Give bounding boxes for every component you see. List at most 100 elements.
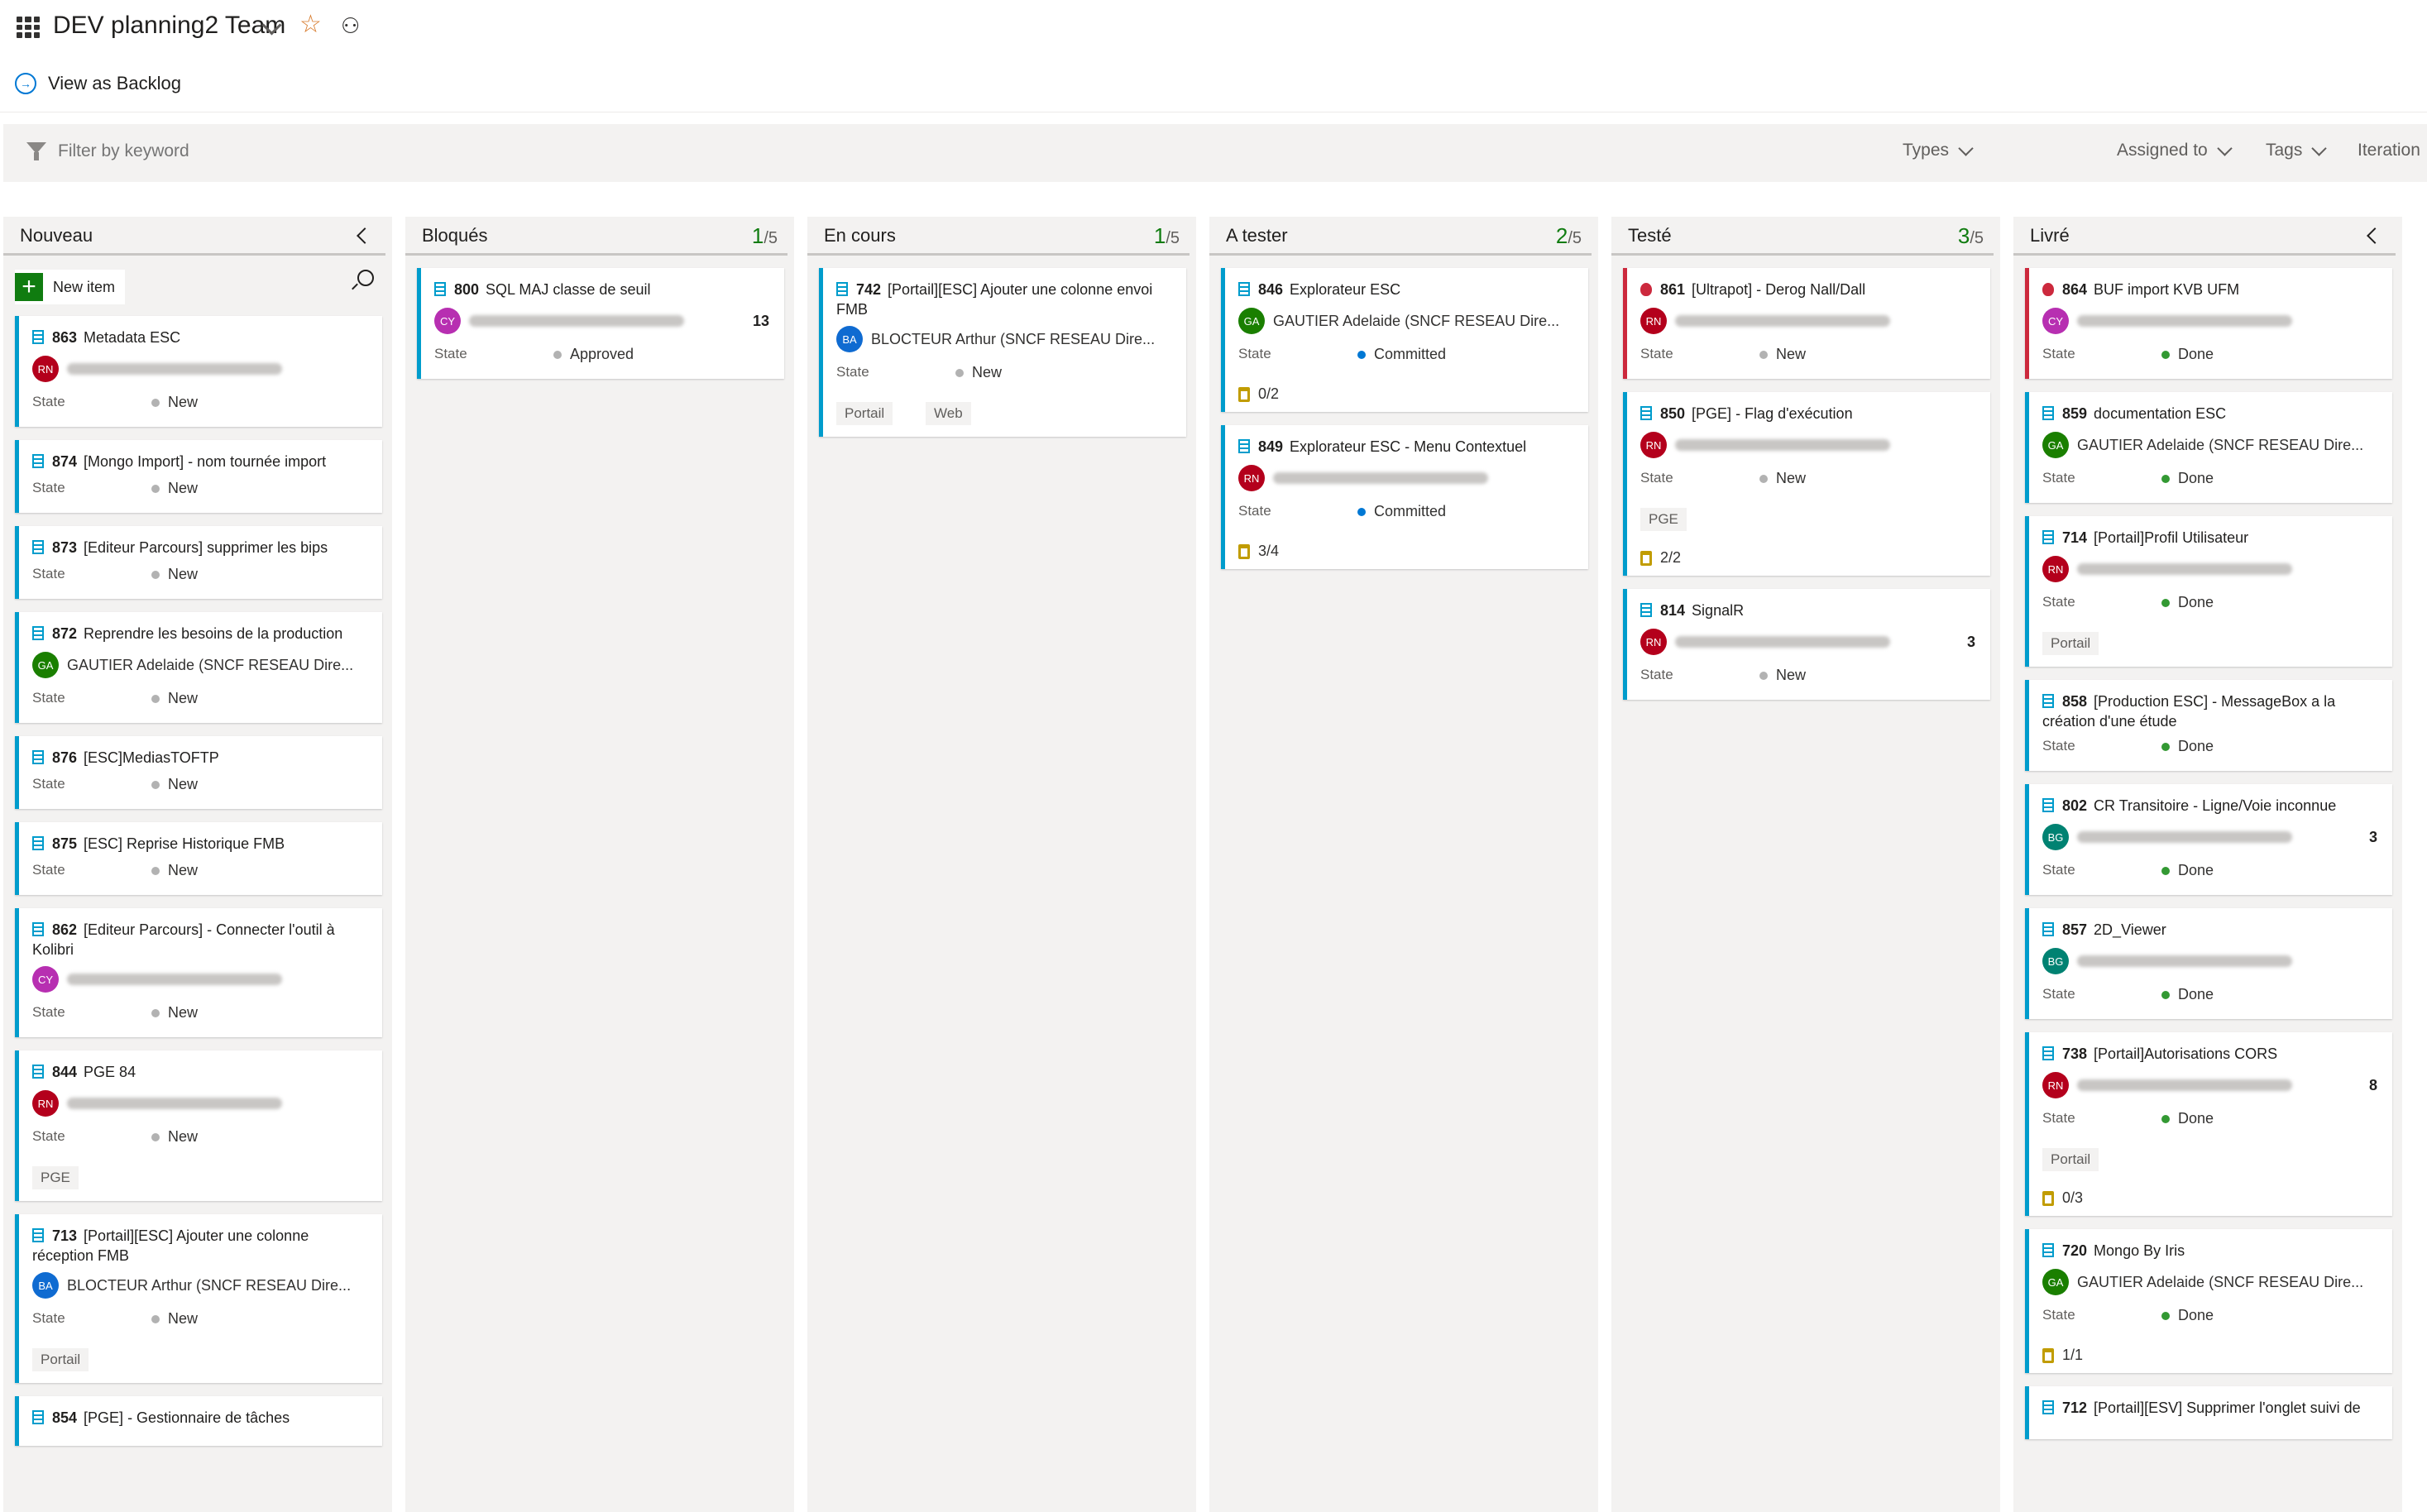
state-value[interactable]: New (151, 1004, 198, 1022)
assigned-to[interactable]: RN (1238, 465, 1488, 491)
user-story-card[interactable]: 714 [Portail]Profil Utilisateur RN State Don… (2025, 516, 2392, 667)
view-as-backlog-link[interactable]: → View as Backlog (15, 69, 181, 98)
assigned-to[interactable]: GA GAUTIER Adelaide (SNCF RESEAU Dire... (32, 652, 353, 678)
child-tasks-progress[interactable]: 0/2 (1238, 385, 1279, 403)
card-title[interactable]: 742 [Portail][ESC] Ajouter une colonne en… (836, 280, 1171, 319)
user-story-card[interactable]: 802 CR Transitoire - Ligne/Voie inconnue B… (2025, 784, 2392, 895)
card-title[interactable]: 874 [Mongo Import] - nom tournée import (32, 452, 367, 471)
assigned-to[interactable]: GA GAUTIER Adelaide (SNCF RESEAU Dire... (2042, 432, 2363, 458)
state-value[interactable]: Done (2161, 986, 2214, 1003)
user-story-card[interactable]: 854 [PGE] - Gestionnaire de tâches (15, 1396, 382, 1446)
card-title[interactable]: 862 [Editeur Parcours] - Connecter l'outi… (32, 920, 367, 959)
tag[interactable]: PGE (1640, 508, 1687, 531)
user-story-card[interactable]: 800 SQL MAJ classe de seuil CY 13 State Appro… (417, 268, 784, 379)
assigned-to[interactable]: RN (2042, 556, 2292, 582)
card-title[interactable]: 844 PGE 84 (32, 1062, 367, 1082)
card-title[interactable]: 850 [PGE] - Flag d'exécution (1640, 404, 1975, 423)
state-value[interactable]: Done (2161, 594, 2214, 611)
card-title[interactable]: 872 Reprendre les besoins de la productio… (32, 624, 367, 644)
state-value[interactable]: New (151, 480, 198, 497)
state-value[interactable]: Done (2161, 1110, 2214, 1127)
state-value[interactable]: New (1759, 346, 1806, 363)
bug-card[interactable]: 861 [Ultrapot] - Derog Nall/Dall RN State Ne… (1623, 268, 1990, 379)
state-value[interactable]: New (955, 364, 1002, 381)
user-story-card[interactable]: 875 [ESC] Reprise Historique FMB State New (15, 822, 382, 895)
team-title[interactable]: DEV planning2 Team (53, 12, 285, 40)
user-story-card[interactable]: 858 [Production ESC] - MessageBox a la cr… (2025, 680, 2392, 771)
state-value[interactable]: New (151, 1310, 198, 1328)
user-story-card[interactable]: 720 Mongo By Iris GA GAUTIER Adelaide (SNCF… (2025, 1229, 2392, 1373)
tags-filter-dropdown[interactable]: Tags (2266, 140, 2328, 160)
card-title[interactable]: 714 [Portail]Profil Utilisateur (2042, 528, 2377, 548)
user-story-card[interactable]: 862 [Editeur Parcours] - Connecter l'outi… (15, 908, 382, 1037)
card-title[interactable]: 720 Mongo By Iris (2042, 1241, 2377, 1261)
state-value[interactable]: New (151, 862, 198, 879)
state-value[interactable]: New (151, 690, 198, 707)
state-value[interactable]: Approved (553, 346, 634, 363)
filter-keyword-input[interactable] (56, 141, 556, 162)
card-title[interactable]: 800 SQL MAJ classe de seuil (434, 280, 769, 299)
user-story-card[interactable]: 849 Explorateur ESC - Menu Contextuel RN St… (1221, 425, 1588, 569)
tag[interactable]: PGE (32, 1166, 79, 1189)
collapse-column-chevron-icon[interactable] (2367, 227, 2383, 244)
assigned-to[interactable]: CY (32, 966, 282, 993)
favorite-star-icon[interactable]: ☆ (299, 10, 322, 39)
search-icon[interactable] (357, 270, 374, 286)
assigned-to[interactable]: CY (434, 308, 684, 334)
card-title[interactable]: 846 Explorateur ESC (1238, 280, 1573, 299)
card-title[interactable]: 864 BUF import KVB UFM (2042, 280, 2377, 299)
card-title[interactable]: 802 CR Transitoire - Ligne/Voie inconnue (2042, 796, 2377, 816)
assigned-to[interactable]: BA BLOCTEUR Arthur (SNCF RESEAU Dire... (32, 1272, 351, 1299)
state-value[interactable]: New (151, 566, 198, 583)
assigned-to[interactable]: RN (32, 1090, 282, 1117)
state-value[interactable]: Done (2161, 346, 2214, 363)
child-tasks-progress[interactable]: 1/1 (2042, 1347, 2083, 1364)
card-title[interactable]: 857 2D_Viewer (2042, 920, 2377, 940)
tag[interactable]: Portail (2042, 1148, 2099, 1171)
card-title[interactable]: 861 [Ultrapot] - Derog Nall/Dall (1640, 280, 1975, 299)
user-story-card[interactable]: 873 [Editeur Parcours] supprimer les bips… (15, 526, 382, 599)
user-story-card[interactable]: 874 [Mongo Import] - nom tournée import St… (15, 440, 382, 513)
user-story-card[interactable]: 850 [PGE] - Flag d'exécution RN State New PGE… (1623, 392, 1990, 576)
assigned-to[interactable]: GA GAUTIER Adelaide (SNCF RESEAU Dire... (1238, 308, 1559, 334)
card-title[interactable]: 738 [Portail]Autorisations CORS (2042, 1044, 2377, 1064)
child-tasks-progress[interactable]: 2/2 (1640, 549, 1681, 567)
assigned-to[interactable]: BG (2042, 948, 2292, 974)
new-item-button[interactable]: + New item (15, 270, 126, 304)
tag[interactable]: Web (926, 402, 971, 425)
child-tasks-progress[interactable]: 0/3 (2042, 1189, 2083, 1207)
collapse-column-chevron-icon[interactable] (357, 227, 373, 244)
state-value[interactable]: New (151, 394, 198, 411)
card-title[interactable]: 876 [ESC]MediasTOFTP (32, 748, 367, 768)
assigned-to[interactable]: BA BLOCTEUR Arthur (SNCF RESEAU Dire... (836, 326, 1155, 352)
card-title[interactable]: 712 [Portail][ESV] Supprimer l'onglet sui… (2042, 1398, 2377, 1418)
card-title[interactable]: 854 [PGE] - Gestionnaire de tâches (32, 1408, 367, 1428)
user-story-card[interactable]: 863 Metadata ESC RN State New (15, 316, 382, 427)
user-story-card[interactable]: 712 [Portail][ESV] Supprimer l'onglet sui… (2025, 1386, 2392, 1439)
user-story-card[interactable]: 738 [Portail]Autorisations CORS RN 8 State Do… (2025, 1032, 2392, 1216)
state-value[interactable]: Done (2161, 1307, 2214, 1324)
card-title[interactable]: 875 [ESC] Reprise Historique FMB (32, 834, 367, 854)
card-title[interactable]: 858 [Production ESC] - MessageBox a la cr… (2042, 691, 2377, 731)
tag[interactable]: Portail (2042, 632, 2099, 655)
user-story-card[interactable]: 876 [ESC]MediasTOFTP State New (15, 736, 382, 809)
state-value[interactable]: New (1759, 470, 1806, 487)
assigned-to[interactable]: CY (2042, 308, 2292, 334)
state-value[interactable]: Done (2161, 862, 2214, 879)
assigned-to[interactable]: RN (2042, 1072, 2292, 1098)
card-title[interactable]: 873 [Editeur Parcours] supprimer les bips (32, 538, 367, 557)
tag[interactable]: Portail (836, 402, 893, 425)
assigned-to[interactable]: RN (32, 356, 282, 382)
card-title[interactable]: 859 documentation ESC (2042, 404, 2377, 423)
card-title[interactable]: 814 SignalR (1640, 600, 1975, 620)
card-title[interactable]: 849 Explorateur ESC - Menu Contextuel (1238, 437, 1573, 457)
bug-card[interactable]: 864 BUF import KVB UFM CY State Done (2025, 268, 2392, 379)
child-tasks-progress[interactable]: 3/4 (1238, 543, 1279, 560)
state-value[interactable]: Committed (1357, 346, 1446, 363)
iteration-filter-dropdown[interactable]: Iteration (2358, 141, 2420, 160)
user-story-card[interactable]: 857 2D_Viewer BG State Done (2025, 908, 2392, 1019)
assigned-to[interactable]: RN (1640, 432, 1890, 458)
user-story-card[interactable]: 713 [Portail][ESC] Ajouter une colonne ré… (15, 1214, 382, 1383)
state-value[interactable]: Done (2161, 738, 2214, 755)
card-title[interactable]: 863 Metadata ESC (32, 328, 367, 347)
